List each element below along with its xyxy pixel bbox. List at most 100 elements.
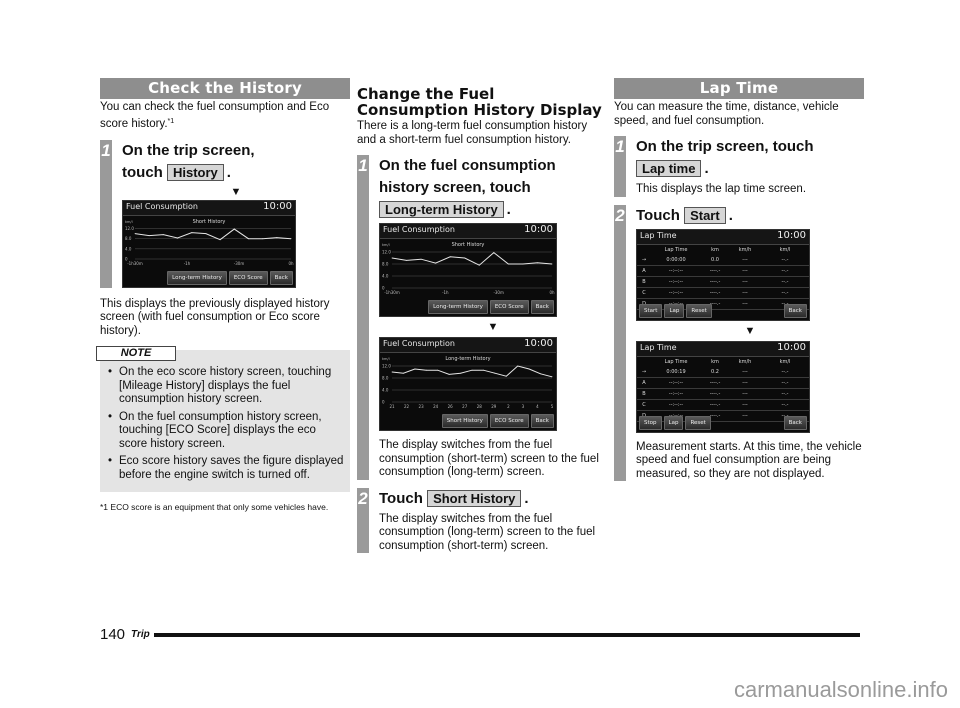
x-tick-label: 23 <box>419 404 425 409</box>
cell: --:--:-- <box>668 390 684 397</box>
step-number: 2 <box>614 204 626 481</box>
screen-button: Lap <box>664 303 685 318</box>
start-button-label: Start <box>684 206 726 224</box>
step-2: 2 Touch Short History. The display switc… <box>357 487 607 553</box>
intro-text: There is a long-term fuel consumption hi… <box>357 120 588 146</box>
screen-title: Fuel Consumption <box>383 225 455 234</box>
fuel-line <box>134 228 292 241</box>
note-item: On the fuel consumption history screen, … <box>108 411 344 452</box>
cell: ----.- <box>709 278 721 285</box>
lap-table-row: B --:--:-- ----.- --- --.- <box>637 389 809 400</box>
header-cell: Lap Time <box>664 246 688 253</box>
cell: --:--:-- <box>668 267 684 274</box>
header-cell: km/l <box>779 246 791 253</box>
y-tick-label: 8.0 <box>382 376 389 381</box>
intro-text: You can measure the time, distance, vehi… <box>614 101 839 127</box>
cell: --:--:-- <box>668 289 684 296</box>
screen-button: Back <box>530 414 554 428</box>
lap-table-row: → 0:00:19 0.2 --- --.- <box>637 367 809 378</box>
page-number: 140 <box>100 626 126 643</box>
data-point <box>414 368 416 370</box>
y-tick-label: 4.0 <box>382 388 389 393</box>
cell: 0.0 <box>711 256 719 263</box>
long-term-history-button-label: Long-term History <box>379 201 504 218</box>
cell: --.- <box>781 278 789 285</box>
screen-button: Stop <box>639 415 662 430</box>
data-point <box>517 365 519 367</box>
x-tick-label: 28 <box>477 404 483 409</box>
lap-table-row: A --:--:-- ----.- --- --.- <box>637 378 809 389</box>
cell: --.- <box>781 368 789 375</box>
step-text: The display switches from the fuel consu… <box>379 512 596 552</box>
cell: --.- <box>781 390 789 397</box>
step-number: 2 <box>357 487 369 553</box>
data-point <box>391 371 393 373</box>
data-point <box>507 263 509 265</box>
step-1: 1 On the trip screen, touch Lap time. Thi… <box>614 136 864 197</box>
screen-clock: 10:00 <box>524 338 553 349</box>
step-number: 1 <box>614 136 626 197</box>
cell: 0:00:00 <box>666 256 686 263</box>
cell: 0.2 <box>711 368 719 375</box>
cell: ----.- <box>709 379 721 386</box>
cell: ----.- <box>709 401 721 408</box>
header-cell <box>637 357 651 367</box>
cell: ----.- <box>709 289 721 296</box>
y-tick-label: 4.0 <box>382 274 389 279</box>
header-cell <box>637 245 651 255</box>
cell: B <box>642 390 646 397</box>
x-tick-label: -30m <box>493 290 504 295</box>
cell: --:--:-- <box>668 278 684 285</box>
step-1: 1 On the fuel consumption history screen,… <box>357 155 607 480</box>
data-point <box>437 369 439 371</box>
cell: --.- <box>781 256 789 263</box>
x-tick-label: 5 <box>551 404 554 409</box>
data-point <box>435 262 437 264</box>
long-term-history-screenshot: Fuel Consumption 10:00 Long-term History km… <box>379 337 557 431</box>
y-tick-label: 12.0 <box>382 250 391 255</box>
data-point <box>191 232 193 233</box>
data-point <box>528 368 530 370</box>
footnote-ref: *1 <box>167 117 175 125</box>
cell: --.- <box>781 267 789 274</box>
x-tick-label: 2 <box>507 404 510 409</box>
screen-title-bar: Fuel Consumption 10:00 <box>380 338 556 353</box>
cell: --- <box>742 300 748 307</box>
note-item: On the eco score history screen, touchin… <box>108 366 344 407</box>
lap-time-screenshot-idle: Lap Time 10:00 Lap Time km km/h km/l → 0:00:00 0… <box>636 228 810 321</box>
screen-button: Back <box>269 270 293 285</box>
x-tick-label: 27 <box>462 404 468 409</box>
screen-button: Long-term History <box>167 270 227 285</box>
section-heading: Change the Fuel Consumption History Disp… <box>357 85 602 119</box>
page-footer: 140 Trip <box>100 626 860 643</box>
data-point <box>233 228 235 230</box>
step-text: This displays the lap time screen. <box>636 183 807 195</box>
unit-label: km/l <box>382 243 390 247</box>
unit-label: km/l <box>125 220 133 224</box>
screen-button: Back <box>530 300 554 314</box>
data-point <box>406 260 407 261</box>
screen-title-bar: Lap Time 10:00 <box>637 341 809 357</box>
x-tick-label: 29 <box>491 404 497 409</box>
screen-buttons: Long-term History ECO Score Back <box>167 270 293 285</box>
data-point <box>478 264 480 266</box>
x-tick-label: -30m <box>234 261 245 266</box>
cell: A <box>642 267 646 274</box>
cell: A <box>642 379 646 386</box>
screen-title: Lap Time <box>640 230 677 240</box>
lap-time-screenshot-running: Lap Time 10:00 Lap Time km km/h km/l → 0:00:19 0… <box>636 340 810 433</box>
data-point <box>276 237 278 238</box>
screen-buttons-right: Back <box>783 303 807 318</box>
lap-table: Lap Time km km/h km/l → 0:00:00 0.0 --- --.- A --:… <box>637 245 809 310</box>
data-point <box>420 258 422 260</box>
short-history-button-label: Short History <box>427 489 522 507</box>
screen-button: ECO Score <box>489 300 529 314</box>
step-title: On the trip screen, touch Lap time. <box>636 138 814 177</box>
cell: --- <box>742 412 748 419</box>
data-point <box>449 256 451 258</box>
chart-title: Short History <box>193 219 226 225</box>
screen-title-bar: Fuel Consumption 10:00 <box>123 200 295 216</box>
step-number: 1 <box>357 155 369 480</box>
y-tick-label: 12.0 <box>125 226 134 231</box>
column-change-display: Change the Fuel Consumption History Disp… <box>357 82 607 553</box>
